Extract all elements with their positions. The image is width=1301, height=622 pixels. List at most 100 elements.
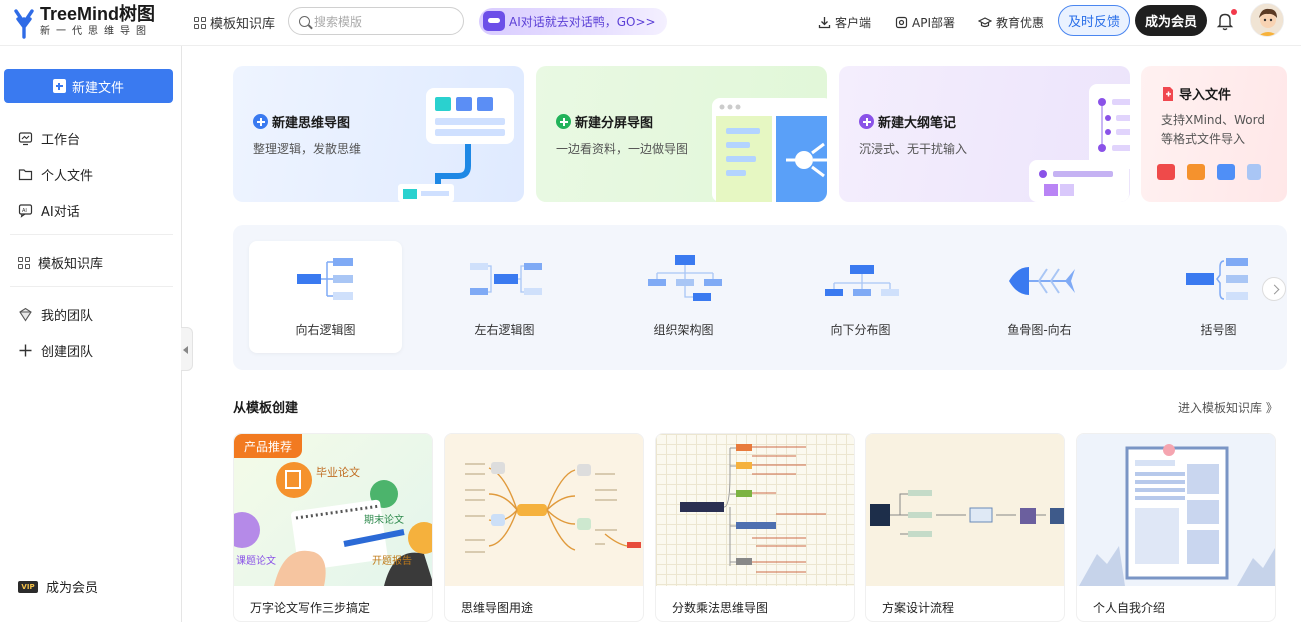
edu-link-label: 教育优惠	[996, 16, 1045, 30]
sidebar-item-my-team[interactable]: 我的团队	[18, 305, 93, 324]
sidebar-collapse-button[interactable]	[181, 327, 193, 371]
fraction-map-thumbnail-icon	[680, 444, 826, 573]
sidebar-item-label: 模板知识库	[38, 257, 104, 272]
design-flow-thumbnail-icon	[870, 490, 1064, 537]
ai-chat-banner[interactable]: AI对话就去对话鸭，GO>>	[479, 8, 667, 35]
logo[interactable]: TreeMind树图 新一代思维导图	[12, 4, 155, 39]
template-thumbnail	[445, 434, 643, 586]
api-link[interactable]: API部署	[895, 14, 955, 31]
vip-badge: VIP	[18, 580, 38, 593]
thumb-label: 期末论文	[364, 515, 404, 526]
new-file-button[interactable]: 新建文件	[4, 69, 173, 103]
new-doc-icon	[52, 79, 66, 93]
sidebar-item-label: 我的团队	[41, 309, 94, 324]
tree-logo-icon	[14, 8, 34, 39]
sidebar-member-label: 成为会员	[46, 581, 99, 596]
map-type-left-right-logic[interactable]: 左右逻辑图	[428, 241, 581, 353]
template-name: 个人自我介绍	[1093, 601, 1166, 615]
mindmap-illustration-icon	[398, 88, 514, 202]
card-title: 新建思维导图	[253, 112, 350, 131]
client-link[interactable]: 客户端	[818, 14, 871, 31]
search-input[interactable]: 搜索模版	[288, 7, 464, 35]
self-intro-thumbnail-icon	[1079, 444, 1275, 586]
dashboard-icon	[18, 132, 33, 146]
plus-circle-icon	[556, 114, 571, 129]
right-logic-map-icon	[297, 258, 353, 300]
sidebar-item-workbench[interactable]: 工作台	[18, 129, 80, 148]
import-file-card[interactable]: 导入文件 支持XMind、Word等格式文件导入	[1141, 66, 1287, 202]
plus-circle-icon	[253, 114, 268, 129]
sidebar-divider	[10, 234, 173, 235]
top-bar: TreeMind树图 新一代思维导图 模板知识库 搜索模版 AI对话就去对话鸭，…	[0, 0, 1301, 46]
sidebar-become-member[interactable]: VIP 成为会员	[18, 577, 98, 596]
plus-icon	[19, 344, 32, 357]
sidebar-item-create-team[interactable]: 创建团队	[18, 341, 93, 360]
sidebar-item-personal-files[interactable]: 个人文件	[18, 165, 93, 184]
nav-templates[interactable]: 模板知识库	[194, 13, 275, 32]
new-outline-card[interactable]: 新建大纲笔记 沉浸式、无干扰输入	[839, 66, 1130, 202]
notification-dot	[1231, 9, 1237, 15]
card-desc: 整理逻辑，发散思维	[253, 142, 362, 156]
brand-title: TreeMind树图	[40, 4, 156, 24]
template-thumbnail: 产品推荐 毕业论文 期末论文 开题报告 课题论文	[234, 434, 432, 586]
template-card[interactable]: 分数乘法思维导图	[655, 433, 855, 622]
team-icon	[19, 307, 32, 322]
map-type-right-logic[interactable]: 向右逻辑图	[249, 241, 402, 353]
avatar[interactable]	[1250, 3, 1284, 37]
import-doc-icon	[1163, 86, 1173, 101]
mindmap-uses-thumbnail-icon	[465, 462, 641, 553]
api-link-label: API部署	[912, 16, 955, 30]
sidebar-divider	[10, 286, 173, 287]
fishbone-icon	[1009, 267, 1075, 295]
template-card[interactable]: 思维导图用途	[444, 433, 644, 622]
map-type-org-chart[interactable]: 组织架构图	[607, 241, 760, 353]
recommend-ribbon: 产品推荐	[234, 434, 302, 458]
template-name: 分数乘法思维导图	[672, 601, 769, 615]
feedback-button[interactable]: 及时反馈	[1058, 5, 1130, 36]
card-desc: 一边看资料，一边做导图	[556, 142, 689, 156]
thumb-label: 课题论文	[236, 556, 276, 567]
template-card[interactable]: 个人自我介绍	[1076, 433, 1276, 622]
card-title: 新建大纲笔记	[859, 112, 956, 131]
sidebar-item-label: AI对话	[41, 205, 80, 220]
chevron-right-icon[interactable]	[1262, 277, 1286, 301]
thumb-label: 毕业论文	[316, 466, 360, 479]
edu-link[interactable]: 教育优惠	[978, 14, 1044, 31]
left-right-logic-map-icon	[470, 263, 542, 295]
ai-chat-icon: AI	[18, 204, 33, 218]
svg-text:AI: AI	[22, 208, 27, 214]
grid-icon	[18, 256, 30, 269]
search-placeholder: 搜索模版	[314, 14, 363, 29]
download-icon	[818, 17, 831, 29]
card-title-text: 新建思维导图	[272, 116, 351, 131]
map-type-label: 向右逻辑图	[295, 323, 356, 337]
new-mindmap-card[interactable]: 新建思维导图 整理逻辑，发散思维	[233, 66, 524, 202]
split-screen-illustration-icon	[712, 98, 827, 202]
new-split-map-card[interactable]: 新建分屏导图 一边看资料，一边做导图	[536, 66, 827, 202]
card-title-text: 新建分屏导图	[575, 116, 654, 131]
become-member-button[interactable]: 成为会员	[1135, 5, 1207, 36]
org-chart-icon	[648, 255, 722, 301]
sidebar-item-label: 个人文件	[41, 169, 94, 184]
map-type-downward[interactable]: 向下分布图	[784, 241, 937, 353]
template-name: 万字论文写作三步搞定	[250, 601, 371, 615]
templates-section-title: 从模板创建	[233, 401, 299, 416]
sidebar-item-templates[interactable]: 模板知识库	[18, 253, 103, 272]
client-link-label: 客户端	[835, 16, 872, 30]
folder-icon	[18, 169, 33, 181]
outline-illustration-icon	[1029, 84, 1130, 202]
nav-templates-label: 模板知识库	[210, 17, 276, 32]
template-card[interactable]: 方案设计流程	[865, 433, 1065, 622]
robot-icon	[483, 11, 505, 31]
sidebar-item-label: 工作台	[41, 133, 81, 148]
map-type-fishbone[interactable]: 鱼骨图-向右	[963, 241, 1116, 353]
grid-icon	[194, 16, 206, 29]
template-card[interactable]: 产品推荐 毕业论文 期末论文 开题报告 课题论文 万字论文写作三步搞定	[233, 433, 433, 622]
sidebar-item-ai-chat[interactable]: AI AI对话	[18, 201, 80, 220]
avatar-illustration-icon	[1251, 4, 1283, 36]
api-icon	[895, 16, 908, 29]
plus-circle-icon	[859, 114, 874, 129]
map-type-label: 鱼骨图-向右	[1007, 323, 1072, 337]
enter-template-library-link[interactable]: 进入模板知识库 》	[1178, 399, 1278, 416]
template-name: 方案设计流程	[882, 601, 955, 615]
